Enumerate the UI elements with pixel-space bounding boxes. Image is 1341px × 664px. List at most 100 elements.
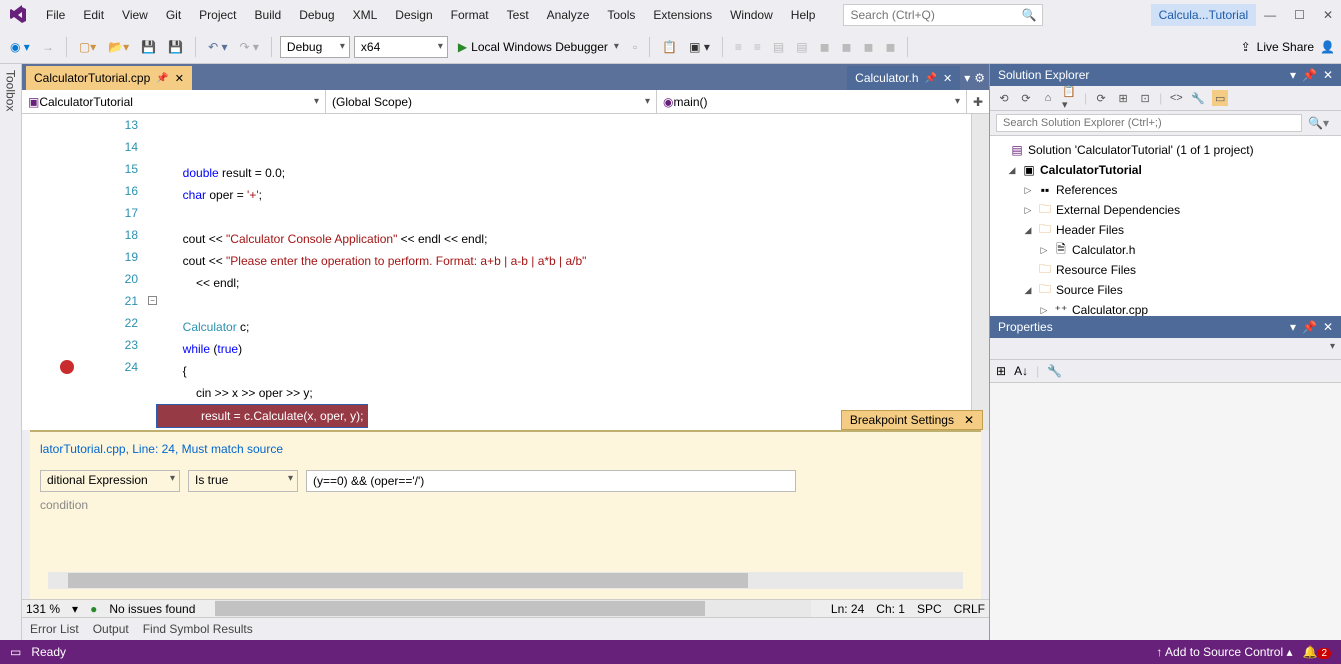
code-line[interactable]: { (156, 360, 971, 382)
filter-icon[interactable]: ⊞ (1115, 90, 1131, 106)
code-line[interactable] (156, 294, 971, 316)
code-line[interactable]: char oper = '+'; (156, 184, 971, 206)
menu-view[interactable]: View (114, 4, 156, 26)
zoom-level[interactable]: 131 % (26, 602, 60, 616)
spc-indicator[interactable]: SPC (917, 602, 942, 616)
close-tab-icon[interactable]: ✕ (175, 72, 184, 85)
code-line[interactable]: cout << "Please enter the operation to p… (156, 250, 971, 272)
calculator-h-node[interactable]: ▷🗎Calculator.h (990, 240, 1341, 260)
editor-hscroll[interactable] (215, 600, 811, 617)
breakpoint-gutter[interactable] (22, 114, 52, 430)
vertical-scrollbar[interactable] (971, 114, 989, 430)
menu-design[interactable]: Design (387, 4, 440, 26)
crlf-indicator[interactable]: CRLF (954, 602, 985, 616)
condition-istrue-combo[interactable]: Is true (188, 470, 298, 492)
start-debug-button[interactable]: ▶Local Windows Debugger (452, 38, 625, 56)
code-icon[interactable]: <> (1168, 90, 1184, 106)
code-line[interactable]: double result = 0.0; (156, 162, 971, 184)
menu-file[interactable]: File (38, 4, 73, 26)
split-icon[interactable]: ✚ (967, 90, 989, 113)
nav-function-combo[interactable]: ◉ main() (657, 90, 967, 113)
condition-type-combo[interactable]: ditional Expression (40, 470, 180, 492)
menu-tools[interactable]: Tools (599, 4, 643, 26)
close-icon[interactable]: ✕ (1323, 320, 1333, 334)
breakpoint-icon[interactable] (60, 360, 74, 374)
liveshare-icon[interactable]: ⇪ (1241, 40, 1251, 54)
extdeps-node[interactable]: ▷🗀External Dependencies (990, 200, 1341, 220)
pin-icon[interactable]: 📌 (1302, 68, 1317, 82)
menu-window[interactable]: Window (722, 4, 781, 26)
close-icon[interactable]: ✕ (964, 413, 974, 427)
add-source-control[interactable]: ↑ Add to Source Control ▴ (1156, 645, 1292, 659)
menu-help[interactable]: Help (783, 4, 824, 26)
pin-icon[interactable]: 📌 (1302, 320, 1317, 334)
wrench-icon[interactable]: 🔧 (1047, 364, 1062, 378)
menu-git[interactable]: Git (158, 4, 189, 26)
user-icon[interactable]: 👤 (1320, 40, 1335, 54)
save-all-icon[interactable]: 💾 (164, 38, 187, 56)
condition-expression-input[interactable] (306, 470, 796, 492)
search-box[interactable]: 🔍 (843, 4, 1043, 26)
platform-combo[interactable]: x64 (354, 36, 448, 58)
properties-icon[interactable]: 🔧 (1190, 90, 1206, 106)
debug-target-icon[interactable]: ▫ (629, 38, 641, 56)
tb-icon-1[interactable]: 📋 (658, 38, 681, 56)
headers-node[interactable]: ◢🗀Header Files (990, 220, 1341, 240)
menu-extensions[interactable]: Extensions (645, 4, 720, 26)
references-node[interactable]: ▷▪▪References (990, 180, 1341, 200)
switch-view-icon[interactable]: 📋▾ (1062, 90, 1078, 106)
fold-icon[interactable]: − (148, 296, 157, 305)
tab-dropdown-icon[interactable]: ▾ (964, 71, 970, 85)
preview-icon[interactable]: ▭ (1212, 90, 1228, 106)
tab-gear-icon[interactable]: ⚙ (974, 71, 985, 85)
nav-project-combo[interactable]: ▣ CalculatorTutorial (22, 90, 326, 113)
tb-icon-2[interactable]: ▣ ▾ (685, 38, 714, 56)
close-tab-icon[interactable]: ✕ (943, 72, 952, 85)
redo-icon[interactable]: ↷ ▾ (236, 38, 263, 56)
window-icon[interactable]: ▭ (10, 645, 21, 659)
nav-scope-combo[interactable]: (Global Scope) (326, 90, 657, 113)
fwd-icon[interactable]: ⟳ (1018, 90, 1034, 106)
issues-label[interactable]: No issues found (109, 602, 195, 616)
nav-back-icon[interactable]: ◉ ▾ (6, 38, 34, 56)
bottom-tab-error-list[interactable]: Error List (30, 622, 79, 636)
resource-node[interactable]: 🗀Resource Files (990, 260, 1341, 280)
menu-debug[interactable]: Debug (291, 4, 342, 26)
pin-icon[interactable]: 📌 (925, 73, 937, 84)
search-icon[interactable]: 🔍▾ (1302, 114, 1335, 132)
dropdown-icon[interactable]: ▾ (1290, 320, 1296, 334)
bp-hscroll[interactable] (48, 572, 963, 589)
code-line[interactable]: Calculator c; (156, 316, 971, 338)
config-combo[interactable]: Debug (280, 36, 350, 58)
code-body[interactable]: − double result = 0.0; char oper = '+'; … (156, 114, 971, 430)
breakpoint-location-link[interactable]: latorTutorial.cpp, Line: 24, Must match … (40, 442, 971, 456)
open-icon[interactable]: 📂▾ (104, 38, 133, 56)
notifications-icon[interactable]: 🔔2 (1302, 645, 1331, 659)
categorize-icon[interactable]: ⊞ (996, 364, 1006, 378)
back-icon[interactable]: ⟲ (996, 90, 1012, 106)
close-icon[interactable]: ✕ (1323, 68, 1333, 82)
code-line[interactable]: cin >> x >> oper >> y; (156, 382, 971, 404)
tab-calculator-h[interactable]: Calculator.h 📌 ✕ (847, 66, 960, 90)
code-line[interactable]: while (true) (156, 338, 971, 360)
dropdown-icon[interactable]: ▾ (1290, 68, 1296, 82)
solution-node[interactable]: ▤Solution 'CalculatorTutorial' (1 of 1 p… (990, 140, 1341, 160)
menu-analyze[interactable]: Analyze (539, 4, 598, 26)
minimize-icon[interactable]: — (1264, 8, 1276, 22)
menu-xml[interactable]: XML (345, 4, 386, 26)
solution-search-input[interactable] (996, 114, 1302, 132)
new-project-icon[interactable]: ▢▾ (75, 38, 100, 56)
search-input[interactable] (850, 8, 1021, 22)
code-line[interactable]: << endl; (156, 272, 971, 294)
home-icon[interactable]: ⌂ (1040, 90, 1056, 106)
tab-calculatortutorial-cpp[interactable]: CalculatorTutorial.cpp 📌 ✕ (26, 66, 192, 90)
menu-edit[interactable]: Edit (75, 4, 112, 26)
undo-icon[interactable]: ↶ ▾ (204, 38, 231, 56)
project-node[interactable]: ◢▣CalculatorTutorial (990, 160, 1341, 180)
code-editor[interactable]: 131415161718192021222324 − double result… (22, 114, 989, 430)
show-all-icon[interactable]: ⊡ (1137, 90, 1153, 106)
menu-build[interactable]: Build (247, 4, 290, 26)
project-title-tab[interactable]: Calcula...Tutorial (1151, 4, 1257, 26)
liveshare-button[interactable]: Live Share (1257, 40, 1314, 54)
calculator-cpp-node[interactable]: ▷⁺⁺Calculator.cpp (990, 300, 1341, 316)
